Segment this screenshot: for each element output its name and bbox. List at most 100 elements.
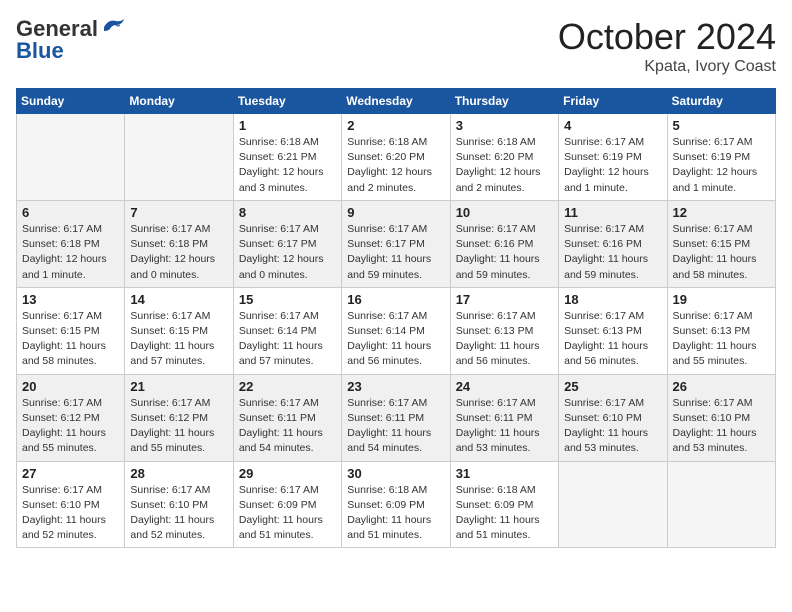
calendar-week-row: 20 Sunrise: 6:17 AMSunset: 6:12 PMDayligh…: [17, 374, 776, 461]
day-number: 15: [239, 292, 336, 307]
day-number: 5: [673, 118, 770, 133]
calendar-cell: 13 Sunrise: 6:17 AMSunset: 6:15 PMDayligh…: [17, 287, 125, 374]
calendar-cell: 21 Sunrise: 6:17 AMSunset: 6:12 PMDayligh…: [125, 374, 233, 461]
day-number: 20: [22, 379, 119, 394]
page-header: General Blue October 2024 Kpata, Ivory C…: [16, 16, 776, 76]
day-number: 30: [347, 466, 444, 481]
weekday-header: Tuesday: [233, 89, 341, 114]
day-number: 25: [564, 379, 661, 394]
day-number: 23: [347, 379, 444, 394]
day-number: 16: [347, 292, 444, 307]
day-info: Sunrise: 6:17 AMSunset: 6:15 PMDaylight:…: [673, 222, 770, 283]
day-number: 29: [239, 466, 336, 481]
calendar-cell: 17 Sunrise: 6:17 AMSunset: 6:13 PMDayligh…: [450, 287, 558, 374]
calendar-cell: 27Sunrise: 6:17 AMSunset: 6:10 PMDayligh…: [17, 461, 125, 548]
day-info: Sunrise: 6:17 AMSunset: 6:18 PMDaylight:…: [130, 222, 227, 283]
day-info: Sunrise: 6:17 AMSunset: 6:16 PMDaylight:…: [456, 222, 553, 283]
calendar-cell: 7 Sunrise: 6:17 AMSunset: 6:18 PMDaylight…: [125, 200, 233, 287]
calendar-cell: 22 Sunrise: 6:17 AMSunset: 6:11 PMDayligh…: [233, 374, 341, 461]
day-info: Sunrise: 6:17 AMSunset: 6:15 PMDaylight:…: [22, 309, 119, 370]
day-number: 18: [564, 292, 661, 307]
logo: General Blue: [16, 16, 126, 64]
day-number: 14: [130, 292, 227, 307]
day-info: Sunrise: 6:17 AMSunset: 6:13 PMDaylight:…: [673, 309, 770, 370]
day-number: 21: [130, 379, 227, 394]
calendar-week-row: 13 Sunrise: 6:17 AMSunset: 6:15 PMDayligh…: [17, 287, 776, 374]
day-number: 11: [564, 205, 661, 220]
calendar-cell: 30 Sunrise: 6:18 AMSunset: 6:09 PMDayligh…: [342, 461, 450, 548]
calendar-cell: 14 Sunrise: 6:17 AMSunset: 6:15 PMDayligh…: [125, 287, 233, 374]
weekday-header: Friday: [559, 89, 667, 114]
day-info: Sunrise: 6:17 AMSunset: 6:19 PMDaylight:…: [564, 135, 661, 196]
calendar-cell: 3 Sunrise: 6:18 AMSunset: 6:20 PMDaylight…: [450, 114, 558, 201]
day-info: Sunrise: 6:18 AMSunset: 6:20 PMDaylight:…: [347, 135, 444, 196]
calendar-header-row: SundayMondayTuesdayWednesdayThursdayFrid…: [17, 89, 776, 114]
day-info: Sunrise: 6:17 AMSunset: 6:10 PMDaylight:…: [130, 483, 227, 544]
calendar-cell: [667, 461, 775, 548]
day-info: Sunrise: 6:18 AMSunset: 6:20 PMDaylight:…: [456, 135, 553, 196]
day-info: Sunrise: 6:17 AMSunset: 6:14 PMDaylight:…: [347, 309, 444, 370]
day-info: Sunrise: 6:17 AMSunset: 6:12 PMDaylight:…: [130, 396, 227, 457]
day-number: 2: [347, 118, 444, 133]
day-info: Sunrise: 6:17 AMSunset: 6:10 PMDaylight:…: [673, 396, 770, 457]
location: Kpata, Ivory Coast: [558, 58, 776, 76]
logo-bird-icon: [100, 17, 126, 37]
logo-blue: Blue: [16, 38, 64, 63]
calendar-cell: 31Sunrise: 6:18 AMSunset: 6:09 PMDayligh…: [450, 461, 558, 548]
day-number: 3: [456, 118, 553, 133]
calendar-week-row: 27 Sunrise: 6:17 AMSunset: 6:10 PMDayligh…: [17, 461, 776, 548]
day-info: Sunrise: 6:17 AMSunset: 6:11 PMDaylight:…: [239, 396, 336, 457]
day-info: Sunrise: 6:17 AMSunset: 6:13 PMDaylight:…: [456, 309, 553, 370]
day-info: Sunrise: 6:17 AMSunset: 6:18 PMDaylight:…: [22, 222, 119, 283]
day-info: Sunrise: 6:17 AMSunset: 6:11 PMDaylight:…: [347, 396, 444, 457]
day-number: 19: [673, 292, 770, 307]
calendar-cell: 15 Sunrise: 6:17 AMSunset: 6:14 PMDayligh…: [233, 287, 341, 374]
calendar-cell: 12 Sunrise: 6:17 AMSunset: 6:15 PMDayligh…: [667, 200, 775, 287]
day-info: Sunrise: 6:17 AMSunset: 6:11 PMDaylight:…: [456, 396, 553, 457]
calendar-cell: 28 Sunrise: 6:17 AMSunset: 6:10 PMDayligh…: [125, 461, 233, 548]
calendar-cell: 16 Sunrise: 6:17 AMSunset: 6:14 PMDayligh…: [342, 287, 450, 374]
day-info: Sunrise: 6:17 AMSunset: 6:17 PMDaylight:…: [347, 222, 444, 283]
weekday-header: Sunday: [17, 89, 125, 114]
calendar-cell: 19 Sunrise: 6:17 AMSunset: 6:13 PMDayligh…: [667, 287, 775, 374]
day-number: 31: [456, 466, 553, 481]
day-info: Sunrise: 6:18 AMSunset: 6:09 PMDaylight:…: [347, 483, 444, 544]
day-number: 6: [22, 205, 119, 220]
day-info: Sunrise: 6:17 AMSunset: 6:09 PMDaylight:…: [239, 483, 336, 544]
day-number: 4: [564, 118, 661, 133]
day-number: 7: [130, 205, 227, 220]
weekday-header: Thursday: [450, 89, 558, 114]
day-number: 9: [347, 205, 444, 220]
calendar-week-row: 6 Sunrise: 6:17 AMSunset: 6:18 PMDaylight…: [17, 200, 776, 287]
day-number: 24: [456, 379, 553, 394]
calendar-cell: [559, 461, 667, 548]
calendar-cell: 10 Sunrise: 6:17 AMSunset: 6:16 PMDayligh…: [450, 200, 558, 287]
calendar-cell: 26 Sunrise: 6:17 AMSunset: 6:10 PMDayligh…: [667, 374, 775, 461]
calendar-cell: 20Sunrise: 6:17 AMSunset: 6:12 PMDayligh…: [17, 374, 125, 461]
day-number: 27: [22, 466, 119, 481]
day-info: Sunrise: 6:17 AMSunset: 6:16 PMDaylight:…: [564, 222, 661, 283]
calendar-cell: 5 Sunrise: 6:17 AMSunset: 6:19 PMDaylight…: [667, 114, 775, 201]
day-info: Sunrise: 6:17 AMSunset: 6:19 PMDaylight:…: [673, 135, 770, 196]
day-number: 13: [22, 292, 119, 307]
day-info: Sunrise: 6:17 AMSunset: 6:14 PMDaylight:…: [239, 309, 336, 370]
calendar-cell: 6 Sunrise: 6:17 AMSunset: 6:18 PMDaylight…: [17, 200, 125, 287]
day-number: 17: [456, 292, 553, 307]
calendar-cell: 23 Sunrise: 6:17 AMSunset: 6:11 PMDayligh…: [342, 374, 450, 461]
day-number: 28: [130, 466, 227, 481]
calendar-cell: 9 Sunrise: 6:17 AMSunset: 6:17 PMDaylight…: [342, 200, 450, 287]
calendar-week-row: 1 Sunrise: 6:18 AMSunset: 6:21 PMDaylight…: [17, 114, 776, 201]
calendar-cell: 4 Sunrise: 6:17 AMSunset: 6:19 PMDaylight…: [559, 114, 667, 201]
day-info: Sunrise: 6:18 AMSunset: 6:21 PMDaylight:…: [239, 135, 336, 196]
day-number: 10: [456, 205, 553, 220]
day-number: 1: [239, 118, 336, 133]
day-info: Sunrise: 6:17 AMSunset: 6:15 PMDaylight:…: [130, 309, 227, 370]
day-number: 26: [673, 379, 770, 394]
calendar-cell: 11 Sunrise: 6:17 AMSunset: 6:16 PMDayligh…: [559, 200, 667, 287]
calendar-table: SundayMondayTuesdayWednesdayThursdayFrid…: [16, 88, 776, 548]
calendar-cell: 18Sunrise: 6:17 AMSunset: 6:13 PMDayligh…: [559, 287, 667, 374]
weekday-header: Saturday: [667, 89, 775, 114]
day-number: 12: [673, 205, 770, 220]
day-number: 22: [239, 379, 336, 394]
calendar-cell: 25Sunrise: 6:17 AMSunset: 6:10 PMDayligh…: [559, 374, 667, 461]
